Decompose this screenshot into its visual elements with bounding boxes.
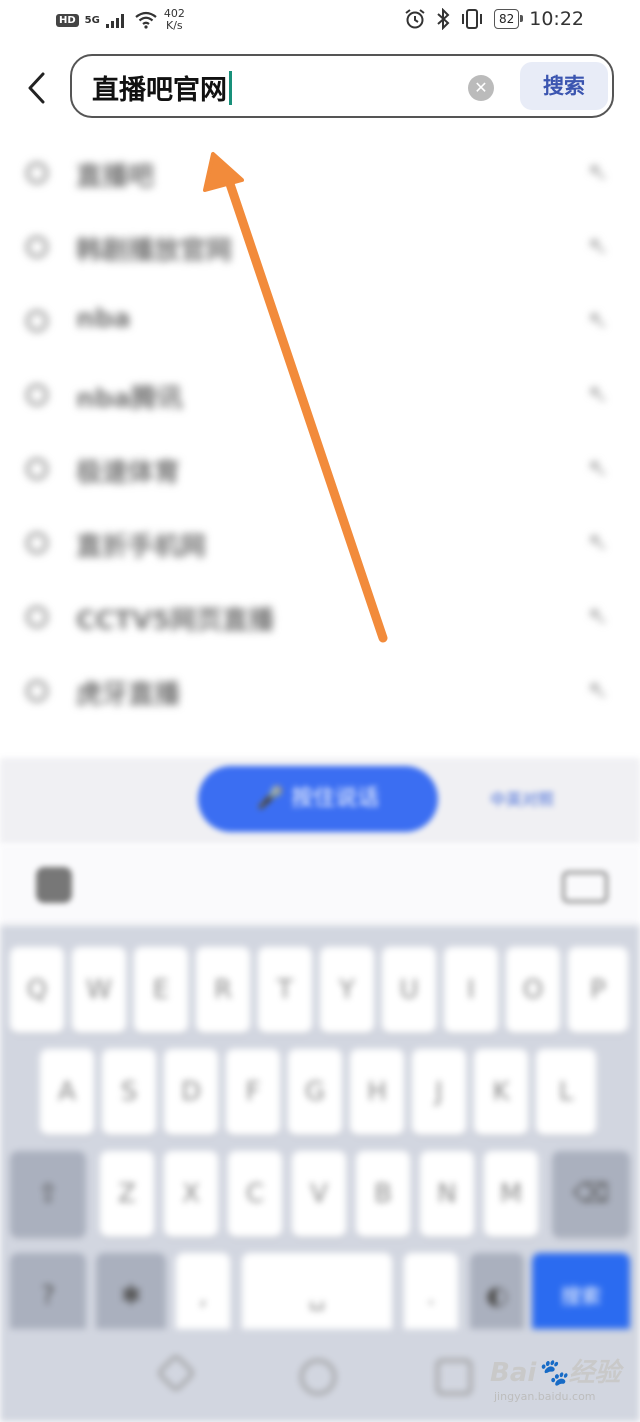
key-i[interactable]: I xyxy=(444,947,498,1033)
number-key[interactable]: ✱ xyxy=(96,1253,166,1339)
key-v[interactable]: V xyxy=(292,1151,346,1237)
nav-home-icon[interactable] xyxy=(300,1359,336,1395)
voice-input-button[interactable]: 🎤 按住说话 xyxy=(198,766,438,832)
nav-recent-icon[interactable] xyxy=(436,1359,472,1395)
nav-back-icon[interactable] xyxy=(156,1353,196,1393)
key-c[interactable]: C xyxy=(228,1151,282,1237)
key-g[interactable]: G xyxy=(288,1049,342,1135)
key-b[interactable]: B xyxy=(356,1151,410,1237)
language-key[interactable]: ◐ xyxy=(470,1253,524,1339)
space-key[interactable]: ␣ xyxy=(242,1253,392,1339)
key-z[interactable]: Z xyxy=(100,1151,154,1237)
symbol-key[interactable]: ? xyxy=(10,1253,86,1339)
key-n[interactable]: N xyxy=(420,1151,474,1237)
watermark-url: jingyan.baidu.com xyxy=(494,1390,596,1403)
key-t[interactable]: T xyxy=(258,947,312,1033)
key-m[interactable]: M xyxy=(484,1151,538,1237)
key-k[interactable]: K xyxy=(474,1049,528,1135)
enter-key[interactable]: 搜索 xyxy=(532,1253,630,1339)
key-u[interactable]: U xyxy=(382,947,436,1033)
key-o[interactable]: O xyxy=(506,947,560,1033)
keyboard: Q W E R T Y U I O P A S D F G H J K L ⇧ … xyxy=(0,925,640,1422)
keyboard-hide-icon[interactable] xyxy=(562,871,608,903)
period-key[interactable]: . xyxy=(404,1253,458,1339)
voice-button-label: 按住说话 xyxy=(291,786,380,811)
key-h[interactable]: H xyxy=(350,1049,404,1135)
key-w[interactable]: W xyxy=(72,947,126,1033)
comma-key[interactable]: , xyxy=(176,1253,230,1339)
key-l[interactable]: L xyxy=(536,1049,596,1135)
annotation-arrow-shaft xyxy=(223,173,388,643)
keyboard-toolbar xyxy=(0,845,640,925)
backspace-key[interactable]: ⌫ xyxy=(552,1151,630,1237)
shift-key[interactable]: ⇧ xyxy=(10,1151,86,1237)
mic-icon: 🎤 xyxy=(256,786,292,811)
key-j[interactable]: J xyxy=(412,1049,466,1135)
key-f[interactable]: F xyxy=(226,1049,280,1135)
key-y[interactable]: Y xyxy=(320,947,374,1033)
keyboard-menu-icon[interactable] xyxy=(36,867,72,903)
watermark-logo: Bai🐾经验 xyxy=(490,1358,621,1388)
key-p[interactable]: P xyxy=(568,947,628,1033)
watermark: Bai🐾经验 jingyan.baidu.com xyxy=(490,1352,630,1412)
key-r[interactable]: R xyxy=(196,947,250,1033)
key-s[interactable]: S xyxy=(102,1049,156,1135)
annotation-arrow xyxy=(203,152,388,643)
key-q[interactable]: Q xyxy=(10,947,64,1033)
key-d[interactable]: D xyxy=(164,1049,218,1135)
language-toggle[interactable]: 中英对照 xyxy=(490,786,554,810)
annotation-arrow-head xyxy=(203,152,244,192)
voice-bar: 🎤 按住说话 中英对照 xyxy=(0,758,640,844)
key-a[interactable]: A xyxy=(40,1049,94,1135)
key-x[interactable]: X xyxy=(164,1151,218,1237)
key-e[interactable]: E xyxy=(134,947,188,1033)
